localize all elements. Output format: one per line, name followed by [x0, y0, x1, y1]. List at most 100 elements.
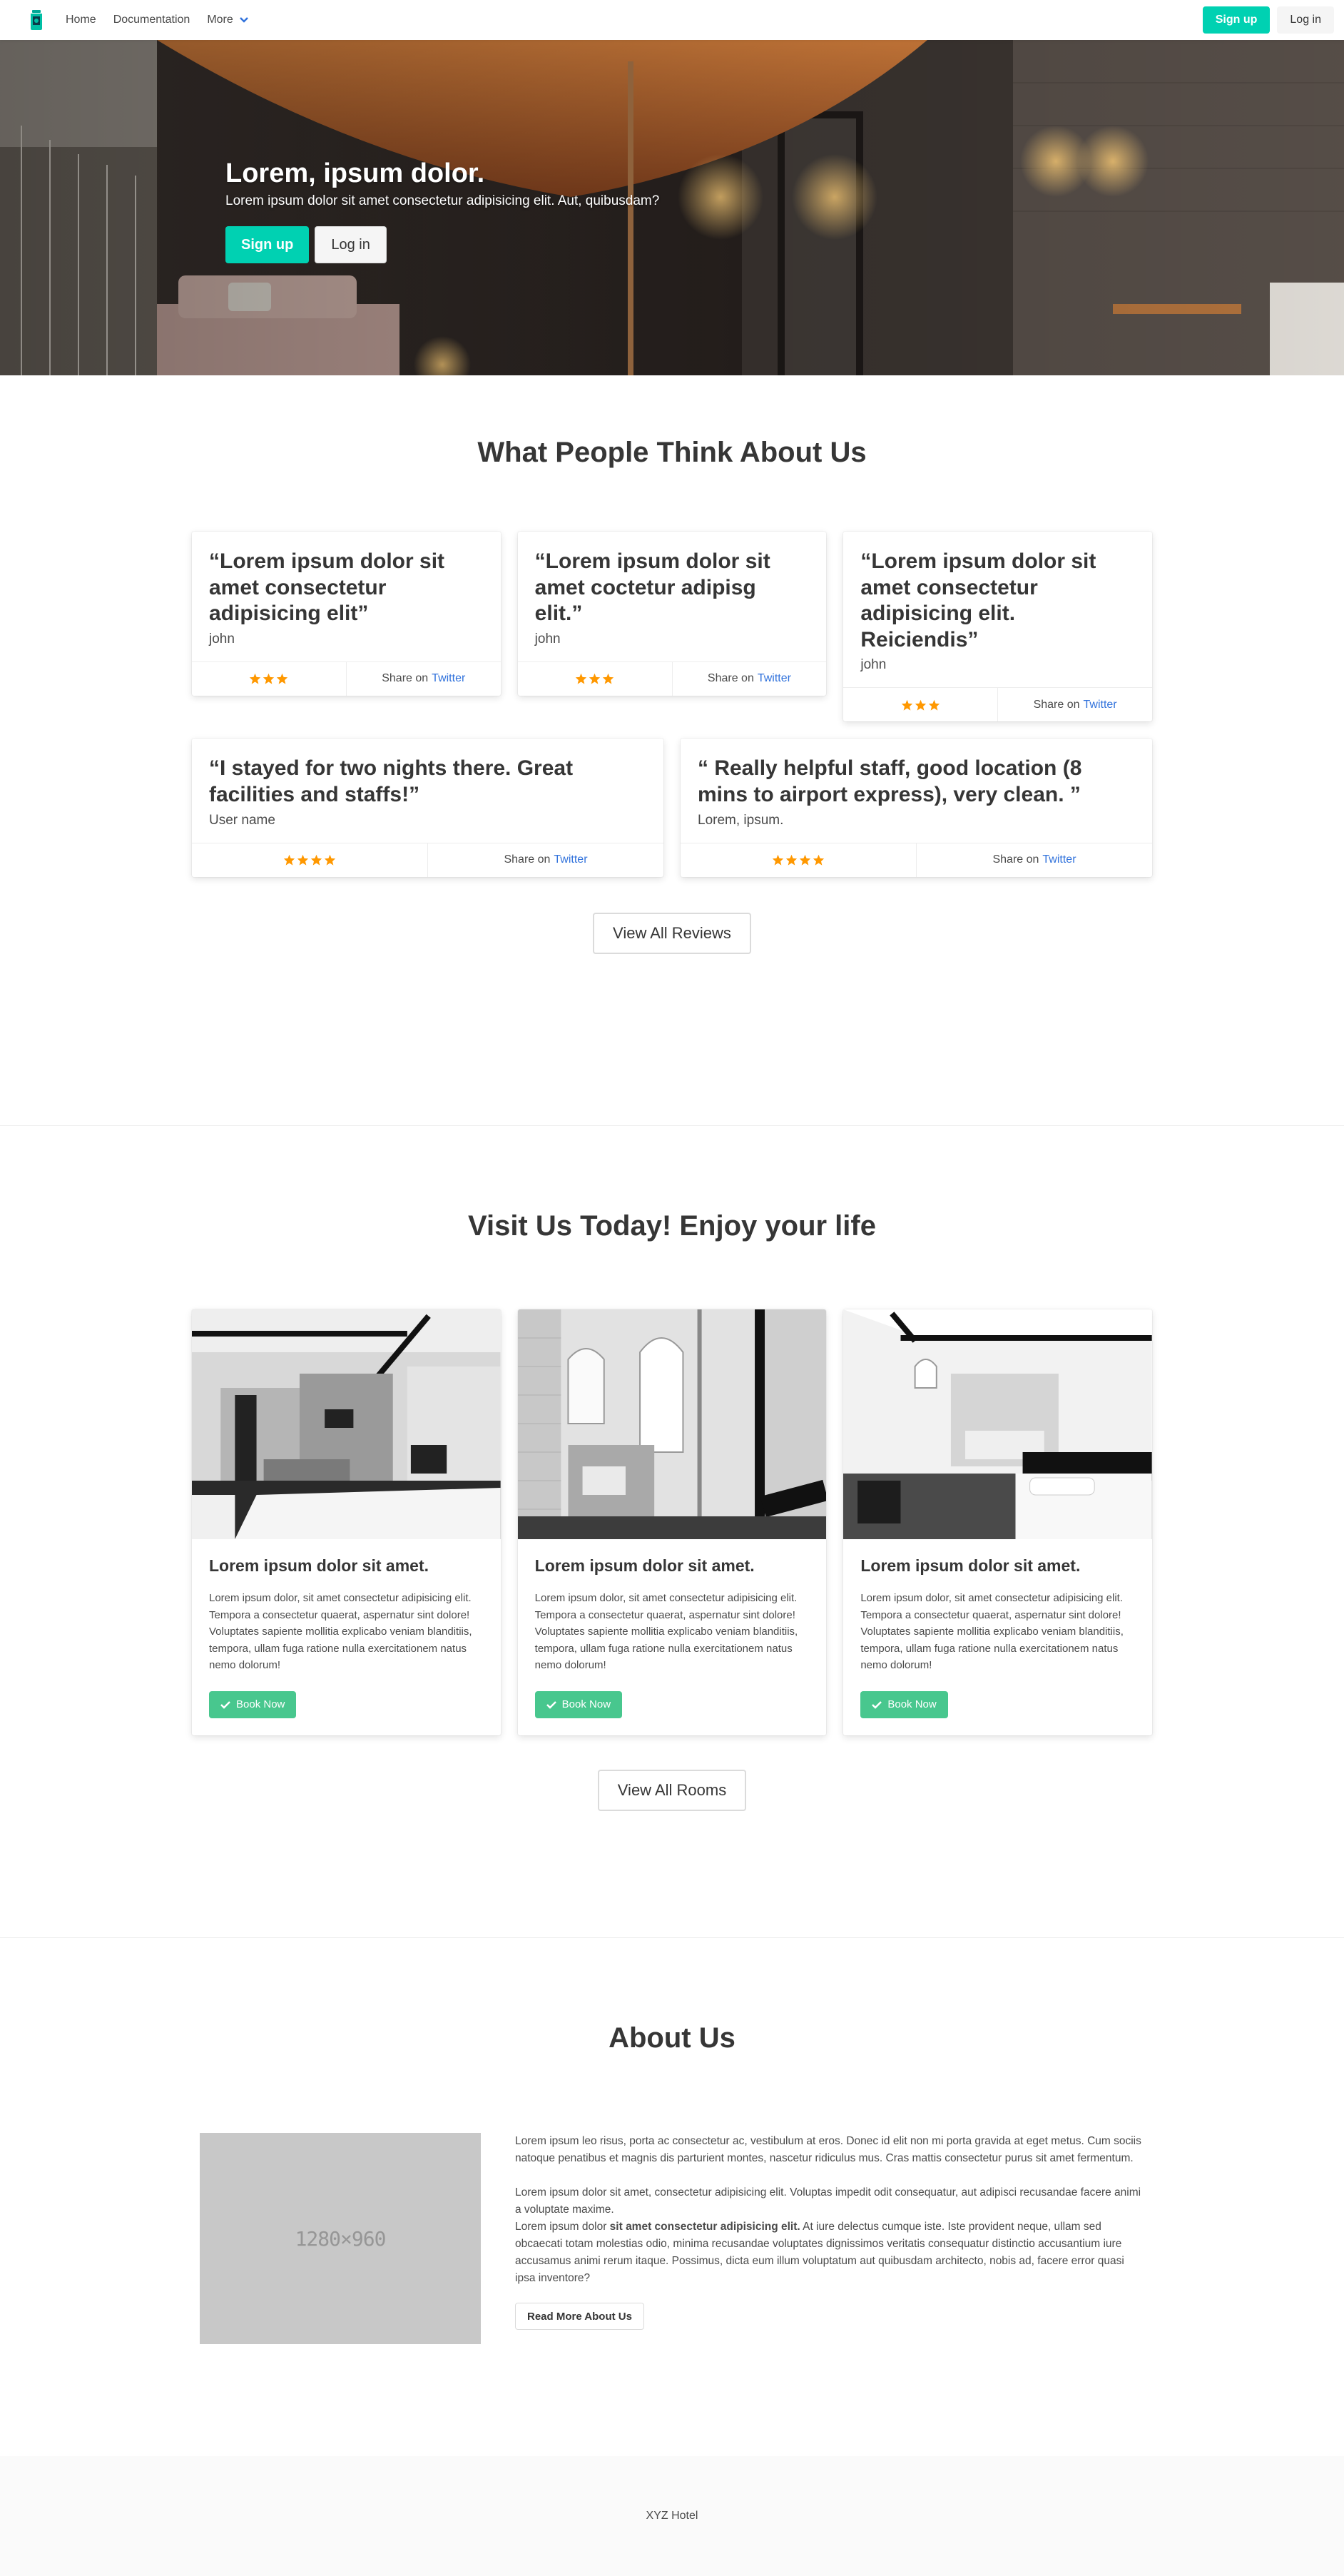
rooms-title: Visit Us Today! Enjoy your life [468, 1210, 876, 1242]
about-paragraph-start: Lorem ipsum dolor [515, 2221, 607, 2233]
review-footer: Share on Twitter [192, 842, 663, 877]
nav-more-dropdown[interactable]: More [207, 14, 248, 26]
about-section: About Us 1280×960 Lorem ipsum leo risus,… [0, 1938, 1344, 2456]
reviews-row-1: “Lorem ipsum dolor sit amet consectetur … [192, 532, 1153, 722]
hero-subtitle: Lorem ipsum dolor sit amet consectetur a… [225, 193, 660, 208]
star-rating [772, 854, 825, 866]
footer: XYZ Hotel [0, 2456, 1344, 2576]
star-icon [772, 854, 784, 866]
share-prefix: Share on [504, 853, 551, 866]
book-now-button[interactable]: Book Now [860, 1690, 948, 1718]
check-icon [872, 1700, 882, 1709]
room-title: Lorem ipsum dolor sit amet. [860, 1556, 1081, 1575]
star-icon [250, 673, 261, 684]
book-now-button[interactable]: Book Now [209, 1690, 297, 1718]
star-icon [915, 699, 926, 711]
nav-more-label: More [207, 14, 233, 26]
star-icon [799, 854, 811, 866]
star-icon [575, 673, 587, 684]
twitter-link[interactable]: Twitter [1084, 699, 1117, 711]
share-on-twitter[interactable]: Share on Twitter [345, 661, 501, 696]
reviews-row-2: “I stayed for two nights there. Great fa… [192, 739, 1152, 877]
star-rating [575, 673, 614, 684]
review-footer: Share on Twitter [192, 661, 501, 696]
review-footer: Share on Twitter [681, 842, 1152, 877]
check-icon [546, 1700, 556, 1709]
about-paragraph-end: At iure delectus cumque iste. Iste provi… [515, 2221, 1124, 2285]
review-author: User name [209, 812, 275, 828]
star-icon [928, 699, 940, 711]
share-prefix: Share on [707, 672, 754, 685]
hero-login-button[interactable]: Log in [315, 226, 387, 263]
hero-content: Lorem, ipsum dolor. Lorem ipsum dolor si… [225, 158, 659, 263]
review-quote: “I stayed for two nights there. Great fa… [209, 756, 574, 806]
book-now-label: Book Now [236, 1698, 285, 1711]
twitter-link[interactable]: Twitter [758, 672, 791, 685]
bottle-logo-icon[interactable] [29, 9, 44, 31]
review-card: “Lorem ipsum dolor sit amet coctetur adi… [517, 532, 827, 696]
star-icon [297, 854, 309, 866]
footer-text: XYZ Hotel [646, 2510, 698, 2522]
star-icon [813, 854, 825, 866]
about-paragraph-bold: sit amet consectetur adipisicing elit. [609, 2221, 800, 2233]
share-prefix: Share on [382, 672, 429, 685]
nav-signup-button[interactable]: Sign up [1202, 6, 1271, 34]
view-all-reviews-button[interactable]: View All Reviews [593, 912, 751, 954]
star-icon [324, 854, 336, 866]
book-now-button[interactable]: Book Now [534, 1690, 623, 1718]
book-now-label: Book Now [887, 1698, 937, 1711]
review-card: “I stayed for two nights there. Great fa… [192, 739, 663, 877]
hero-background-image [0, 40, 1344, 375]
placeholder-dimensions: 1280×960 [295, 2226, 387, 2251]
star-rating [283, 854, 336, 866]
twitter-link[interactable]: Twitter [432, 672, 465, 685]
about-image-placeholder: 1280×960 [200, 2133, 481, 2344]
rooms-section: Visit Us Today! Enjoy your life Lorem ip… [0, 1126, 1344, 1938]
share-prefix: Share on [1033, 698, 1080, 711]
rooms-row: Lorem ipsum dolor sit amet. Lorem ipsum … [192, 1309, 1153, 1735]
about-row: 1280×960 Lorem ipsum leo risus, porta ac… [200, 2133, 1144, 2344]
hero-buttons: Sign up Log in [225, 226, 659, 263]
chevron-down-icon [239, 17, 248, 23]
twitter-link[interactable]: Twitter [554, 853, 587, 866]
review-footer: Share on Twitter [517, 661, 827, 696]
share-on-twitter[interactable]: Share on Twitter [997, 688, 1152, 722]
nav-home-link[interactable]: Home [66, 14, 96, 26]
star-icon [277, 673, 288, 684]
share-on-twitter[interactable]: Share on Twitter [427, 843, 663, 877]
nav-login-button[interactable]: Log in [1277, 6, 1334, 34]
reviews-title: What People Think About Us [477, 437, 867, 468]
check-icon [220, 1700, 230, 1709]
twitter-link[interactable]: Twitter [1042, 853, 1076, 866]
nav-actions: Sign up Log in [1202, 6, 1334, 34]
room-title: Lorem ipsum dolor sit amet. [209, 1556, 429, 1575]
room-description: Lorem ipsum dolor, sit amet consectetur … [860, 1592, 1124, 1672]
about-paragraph: Lorem ipsum dolor sit amet, consectetur … [515, 2186, 1141, 2216]
room-card: Lorem ipsum dolor sit amet. Lorem ipsum … [192, 1309, 501, 1735]
room-title: Lorem ipsum dolor sit amet. [534, 1556, 755, 1575]
view-all-rooms-button[interactable]: View All Rooms [597, 1769, 747, 1811]
room-description: Lorem ipsum dolor, sit amet consectetur … [534, 1592, 798, 1672]
room-image-bedroom [843, 1309, 1153, 1539]
star-icon [263, 673, 275, 684]
star-icon [310, 854, 322, 866]
star-icon [602, 673, 614, 684]
share-on-twitter[interactable]: Share on Twitter [671, 661, 827, 696]
star-icon [283, 854, 295, 866]
read-more-button[interactable]: Read More About Us [515, 2303, 644, 2331]
star-icon [785, 854, 798, 866]
review-quote: “Lorem ipsum dolor sit amet consectetur … [860, 549, 1096, 651]
review-quote: “ Really helpful staff, good location (8… [698, 756, 1082, 806]
nav-documentation-link[interactable]: Documentation [113, 14, 190, 26]
room-image-bathroom [517, 1309, 827, 1539]
review-author: john [209, 631, 235, 646]
hero-signup-button[interactable]: Sign up [225, 226, 310, 263]
book-now-label: Book Now [561, 1698, 611, 1711]
star-icon [901, 699, 912, 711]
review-author: john [860, 657, 887, 673]
room-card: Lorem ipsum dolor sit amet. Lorem ipsum … [843, 1309, 1153, 1735]
room-card: Lorem ipsum dolor sit amet. Lorem ipsum … [517, 1309, 827, 1735]
review-card: “ Really helpful staff, good location (8… [681, 739, 1152, 877]
share-on-twitter[interactable]: Share on Twitter [916, 843, 1152, 877]
about-paragraph: Lorem ipsum leo risus, porta ac consecte… [515, 2135, 1141, 2165]
